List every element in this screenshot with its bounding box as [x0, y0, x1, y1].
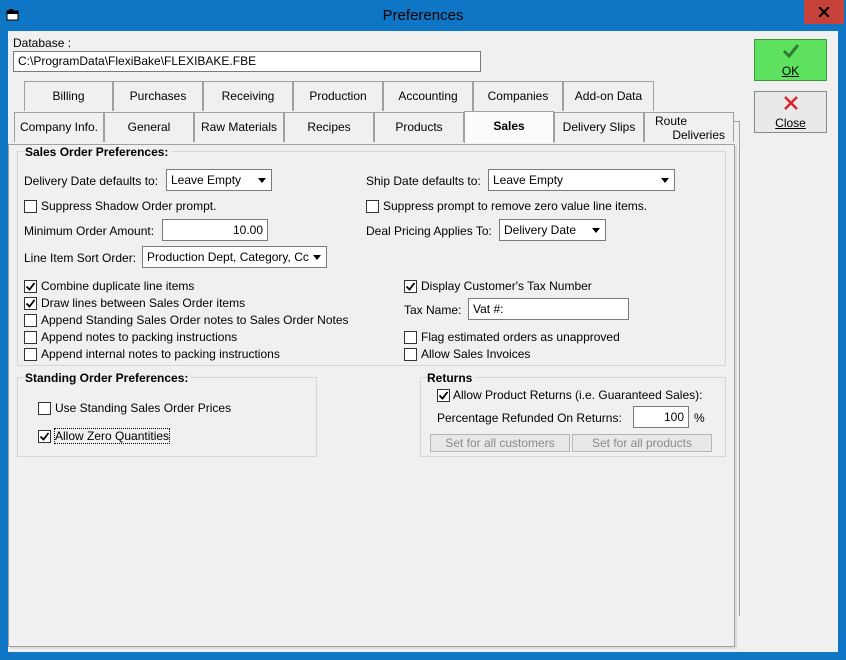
checkmark-icon	[405, 282, 416, 291]
tab-production[interactable]: Production	[293, 81, 383, 111]
pct-refunded-label: Percentage Refunded On Returns:	[437, 411, 622, 425]
close-x-icon	[755, 95, 826, 114]
use-prices-checkbox[interactable]	[38, 402, 51, 415]
chevron-down-icon	[313, 255, 321, 260]
tab-sales[interactable]: Sales	[464, 111, 554, 143]
min-order-label: Minimum Order Amount:	[24, 224, 155, 238]
tab-products[interactable]: Products	[374, 112, 464, 142]
pct-refunded-input[interactable]: 100	[633, 406, 689, 428]
tab-receiving[interactable]: Receiving	[203, 81, 293, 111]
sort-order-label: Line Item Sort Order:	[24, 251, 137, 265]
set-all-products-button[interactable]: Set for all products	[572, 434, 712, 452]
tab-company-info[interactable]: Company Info.	[14, 112, 104, 142]
deal-pricing-select[interactable]: Delivery Date	[499, 219, 606, 241]
tab-accounting[interactable]: Accounting	[383, 81, 473, 111]
combine-duplicate-checkbox[interactable]	[24, 280, 37, 293]
close-icon	[818, 7, 830, 17]
draw-lines-label: Draw lines between Sales Order items	[41, 296, 246, 310]
delivery-date-label: Delivery Date defaults to:	[24, 174, 159, 188]
pct-unit-label: %	[694, 411, 705, 425]
checkmark-icon	[39, 432, 50, 441]
flag-estimated-checkbox[interactable]	[404, 331, 417, 344]
append-internal-checkbox[interactable]	[24, 348, 37, 361]
close-button-label: Close	[775, 116, 806, 130]
flag-estimated-label: Flag estimated orders as unapproved	[421, 330, 620, 344]
append-packing-checkbox[interactable]	[24, 331, 37, 344]
sales-order-group-title: Sales Order Preferences:	[25, 145, 172, 159]
checkmark-icon	[755, 43, 826, 62]
chevron-down-icon	[592, 228, 600, 233]
tax-name-label: Tax Name:	[404, 303, 462, 317]
title-bar[interactable]: Preferences	[0, 0, 846, 31]
tax-name-input[interactable]: Vat #:	[468, 298, 629, 320]
checkmark-icon	[25, 282, 36, 291]
sort-order-select[interactable]: Production Dept, Category, Cc	[142, 246, 327, 268]
tab-general[interactable]: General	[104, 112, 194, 142]
ship-date-label: Ship Date defaults to:	[366, 174, 481, 188]
preferences-window: Preferences Database : C:\ProgramData\Fl…	[0, 0, 846, 660]
append-packing-label: Append notes to packing instructions	[41, 330, 238, 344]
sales-tab-panel: Sales Order Preferences: Delivery Date d…	[8, 144, 735, 647]
close-button[interactable]: Close	[754, 91, 827, 133]
ship-date-value: Leave Empty	[493, 173, 564, 187]
standing-order-group-title: Standing Order Preferences:	[25, 371, 192, 385]
tab-companies[interactable]: Companies	[473, 81, 563, 111]
database-path-field[interactable]: C:\ProgramData\FlexiBake\FLEXIBAKE.FBE	[13, 51, 481, 72]
tab-purchases[interactable]: Purchases	[113, 81, 203, 111]
window-close-button[interactable]	[804, 0, 844, 24]
combine-duplicate-label: Combine duplicate line items	[41, 279, 195, 293]
chevron-down-icon	[258, 178, 266, 183]
append-internal-label: Append internal notes to packing instruc…	[41, 347, 280, 361]
database-label: Database :	[13, 36, 72, 50]
use-prices-label: Use Standing Sales Order Prices	[55, 401, 232, 415]
allow-invoices-checkbox[interactable]	[404, 348, 417, 361]
checkmark-icon	[438, 391, 449, 400]
tab-route-deliveries[interactable]: Route Deliveries	[644, 112, 734, 142]
display-tax-checkbox[interactable]	[404, 280, 417, 293]
tab-billing[interactable]: Billing	[24, 81, 113, 111]
allow-zero-label: Allow Zero Quantities	[53, 428, 171, 444]
deal-pricing-value: Delivery Date	[504, 223, 577, 237]
ok-button-label: OK	[781, 64, 800, 78]
append-standing-checkbox[interactable]	[24, 314, 37, 327]
dialog-client-area: Database : C:\ProgramData\FlexiBake\FLEX…	[8, 31, 838, 652]
checkmark-icon	[25, 299, 36, 308]
window-title: Preferences	[382, 7, 464, 24]
suppress-shadow-label: Suppress Shadow Order prompt.	[41, 199, 217, 213]
tab-add-on-data[interactable]: Add-on Data	[563, 81, 654, 111]
ok-button[interactable]: OK	[754, 39, 827, 81]
allow-returns-label: Allow Product Returns (i.e. Guaranteed S…	[453, 388, 703, 402]
tab-raw-materials[interactable]: Raw Materials	[194, 112, 284, 142]
deal-pricing-label: Deal Pricing Applies To:	[366, 224, 492, 238]
chevron-down-icon	[661, 178, 669, 183]
returns-group-title: Returns	[427, 371, 476, 385]
allow-invoices-label: Allow Sales Invoices	[421, 347, 531, 361]
allow-returns-checkbox[interactable]	[437, 389, 450, 402]
suppress-zero-checkbox[interactable]	[366, 200, 379, 213]
sort-order-value: Production Dept, Category, Cc	[147, 250, 309, 264]
display-tax-label: Display Customer's Tax Number	[421, 279, 592, 293]
standing-order-group	[17, 377, 317, 457]
tab-delivery-slips[interactable]: Delivery Slips	[554, 112, 644, 142]
ship-date-select[interactable]: Leave Empty	[488, 169, 675, 191]
suppress-zero-label: Suppress prompt to remove zero value lin…	[383, 199, 648, 213]
allow-zero-checkbox[interactable]	[38, 430, 51, 443]
set-all-customers-button[interactable]: Set for all customers	[430, 434, 570, 452]
tab-route-line1: Route	[655, 114, 688, 128]
delivery-date-select[interactable]: Leave Empty	[166, 169, 272, 191]
suppress-shadow-checkbox[interactable]	[24, 200, 37, 213]
min-order-input[interactable]: 10.00	[162, 219, 268, 241]
draw-lines-checkbox[interactable]	[24, 297, 37, 310]
delivery-date-value: Leave Empty	[171, 173, 242, 187]
tab-recipes[interactable]: Recipes	[284, 112, 374, 142]
append-standing-label: Append Standing Sales Order notes to Sal…	[41, 313, 349, 327]
tab-route-line2: Deliveries	[672, 128, 725, 142]
